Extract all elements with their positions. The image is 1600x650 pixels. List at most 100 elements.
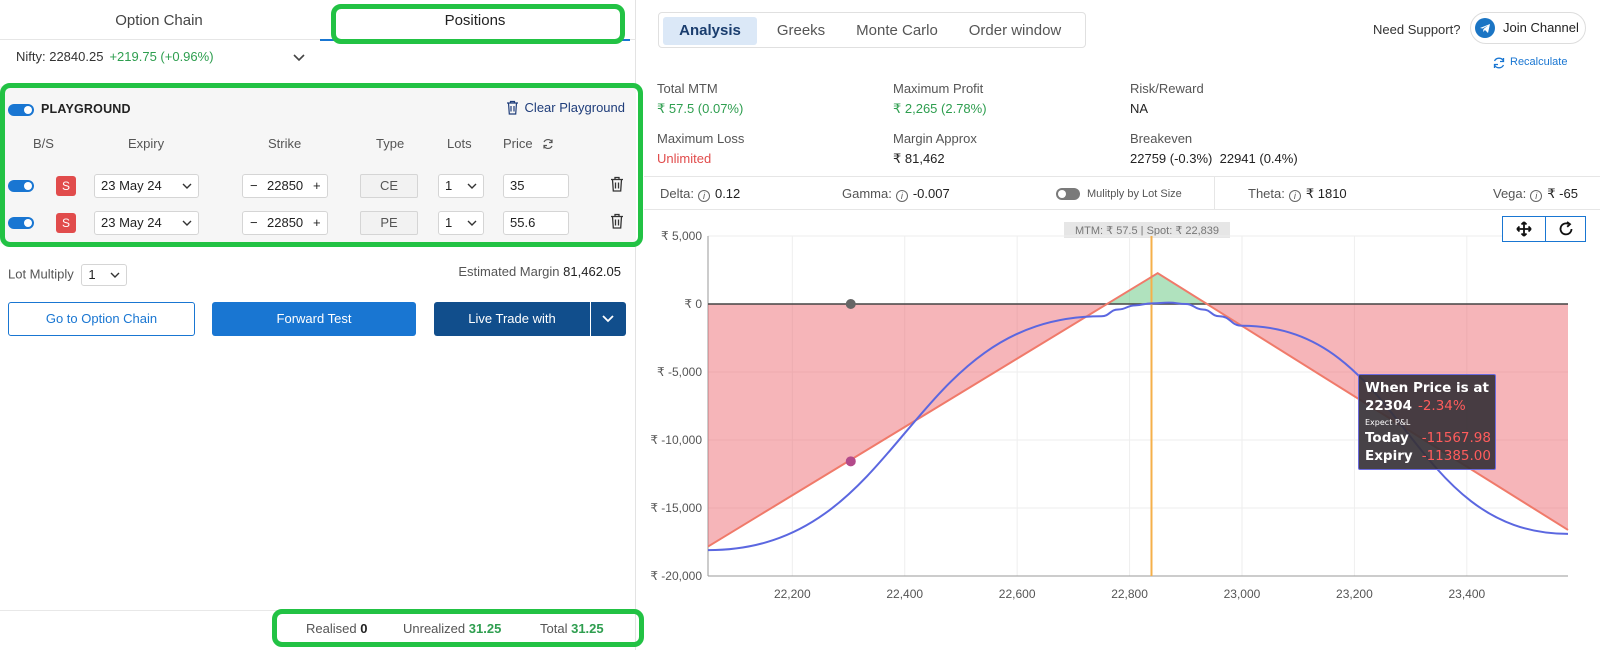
max-profit-value: ₹ 2,265 (2.78%) xyxy=(893,101,987,116)
sell-badge[interactable]: S xyxy=(56,213,76,233)
vega-label: Vega: xyxy=(1493,186,1527,201)
chart-controls xyxy=(1502,216,1586,242)
chevron-down-icon xyxy=(602,315,614,323)
live-trade-button[interactable]: Live Trade with xyxy=(434,302,590,336)
risk-reward-value: NA xyxy=(1130,101,1149,116)
live-trade-dropdown-button[interactable] xyxy=(591,302,626,336)
strike-value: 22850 xyxy=(267,178,304,193)
realised: Realised 0 xyxy=(306,621,367,636)
hover-point xyxy=(845,456,856,467)
left-tabs: Option Chain Positions xyxy=(0,0,636,41)
lots-value: 1 xyxy=(445,178,453,193)
join-channel-button[interactable]: Join Channel xyxy=(1470,12,1586,44)
tab-monte-carlo[interactable]: Monte Carlo xyxy=(845,17,949,45)
x-tick-label: 22,800 xyxy=(1111,587,1148,601)
info-icon[interactable]: i xyxy=(1530,190,1543,202)
playground-title: PLAYGROUND xyxy=(41,102,131,116)
leg-toggle[interactable] xyxy=(8,217,34,229)
divider xyxy=(1214,177,1215,210)
risk-reward-label: Risk/Reward xyxy=(1130,81,1204,96)
leg-toggle[interactable] xyxy=(8,180,34,192)
refresh-icon xyxy=(1493,57,1505,69)
reset-icon xyxy=(1559,221,1573,236)
vega: Vega: i ₹ -65 xyxy=(1493,186,1578,202)
info-icon[interactable]: i xyxy=(1288,190,1301,202)
active-tab-underline xyxy=(320,39,630,41)
reset-zoom-button[interactable] xyxy=(1545,217,1587,241)
unrealized-label: Unrealized xyxy=(403,621,466,636)
total-value: 31.25 xyxy=(571,621,604,636)
expiry-select[interactable]: 23 May 24 xyxy=(94,211,199,235)
tab-greeks[interactable]: Greeks xyxy=(761,17,841,45)
expiry-select[interactable]: 23 May 24 xyxy=(94,174,199,198)
chevron-down-icon xyxy=(110,272,120,278)
tooltip-today: Today -11567.98 xyxy=(1365,430,1491,446)
playground-panel: PLAYGROUND Clear Playground B/S Expiry S… xyxy=(0,86,636,244)
realised-value: 0 xyxy=(360,621,368,636)
tab-analysis[interactable]: Analysis xyxy=(663,17,757,45)
join-channel-label: Join Channel xyxy=(1503,20,1579,35)
x-tick-label: 22,400 xyxy=(886,587,923,601)
decrement-button[interactable]: − xyxy=(250,212,258,234)
x-tick-label: 22,600 xyxy=(999,587,1036,601)
max-loss-value: Unlimited xyxy=(657,151,712,166)
need-support-text: Need Support? xyxy=(1373,22,1461,37)
playground-toggle[interactable] xyxy=(8,104,34,116)
delta: Delta: i 0.12 xyxy=(660,186,740,202)
y-tick-label: ₹ -20,000 xyxy=(650,569,702,583)
y-tick-label: ₹ -15,000 xyxy=(650,501,702,515)
unrealized-value: 31.25 xyxy=(468,621,502,636)
increment-button[interactable]: + xyxy=(313,212,321,234)
decrement-button[interactable]: − xyxy=(250,175,258,197)
y-tick-label: ₹ -10,000 xyxy=(650,433,702,447)
tab-option-chain[interactable]: Option Chain xyxy=(0,0,318,40)
max-loss-label: Maximum Loss xyxy=(657,131,745,146)
tooltip-title: When Price is at xyxy=(1365,380,1489,396)
chevron-down-icon[interactable] xyxy=(292,50,306,64)
lots-select[interactable]: 1 xyxy=(438,174,484,198)
pan-button[interactable] xyxy=(1503,217,1545,241)
tooltip-today-value: -11567.98 xyxy=(1421,430,1491,446)
realised-label: Realised xyxy=(306,621,357,636)
price-input[interactable]: 55.6 xyxy=(503,211,569,235)
chevron-down-icon xyxy=(182,183,192,189)
forward-test-button[interactable]: Forward Test xyxy=(212,302,416,336)
refresh-icon[interactable] xyxy=(542,138,554,150)
delete-icon[interactable] xyxy=(610,213,624,229)
tab-positions[interactable]: Positions xyxy=(320,0,630,41)
increment-button[interactable]: + xyxy=(313,175,321,197)
strike-stepper[interactable]: − 22850 + xyxy=(242,211,328,235)
estimated-margin-value: 81,462.05 xyxy=(563,264,621,279)
delete-icon[interactable] xyxy=(610,176,624,192)
strike-stepper[interactable]: − 22850 + xyxy=(242,174,328,198)
gamma: Gamma: i -0.007 xyxy=(842,186,950,202)
sell-badge[interactable]: S xyxy=(56,176,76,196)
header-expiry: Expiry xyxy=(128,136,165,151)
lot-multiply-select[interactable]: 1 xyxy=(81,264,128,286)
lots-select[interactable]: 1 xyxy=(438,211,484,235)
total-mtm-label: Total MTM xyxy=(657,81,718,96)
max-profit-label: Maximum Profit xyxy=(893,81,984,96)
tab-order-window[interactable]: Order window xyxy=(953,17,1077,45)
tooltip-sub: Expect P&L xyxy=(1365,418,1411,427)
recalculate-link[interactable]: Recalculate xyxy=(1493,56,1567,69)
info-icon[interactable]: i xyxy=(895,190,908,202)
multiply-lot-label: Mulitply by Lot Size xyxy=(1087,188,1182,200)
unrealized: Unrealized 31.25 xyxy=(403,621,501,636)
type-field: CE xyxy=(360,174,418,198)
go-to-option-chain-button[interactable]: Go to Option Chain xyxy=(8,302,195,336)
right-panel: Analysis Greeks Monte Carlo Order window… xyxy=(644,0,1600,650)
clear-playground-button[interactable]: Clear Playground xyxy=(506,100,625,115)
x-tick-label: 23,000 xyxy=(1224,587,1261,601)
x-tick-label: 22,200 xyxy=(774,587,811,601)
chevron-down-icon xyxy=(182,220,192,226)
multiply-lot-toggle[interactable] xyxy=(1056,188,1080,200)
info-icon[interactable]: i xyxy=(697,190,710,202)
y-tick-label: ₹ 0 xyxy=(684,297,702,311)
app-root: Option Chain Positions Nifty: 22840.25 +2… xyxy=(0,0,1600,650)
price-input[interactable]: 35 xyxy=(503,174,569,198)
y-tick-label: ₹ -5,000 xyxy=(657,365,702,379)
chart-tooltip: When Price is at 22304 -2.34% Expect P&L … xyxy=(1358,374,1496,470)
greeks-bar: Delta: i 0.12 Gamma: i -0.007 Mulitply by Lo… xyxy=(644,176,1600,210)
header-price: Price xyxy=(503,136,533,151)
